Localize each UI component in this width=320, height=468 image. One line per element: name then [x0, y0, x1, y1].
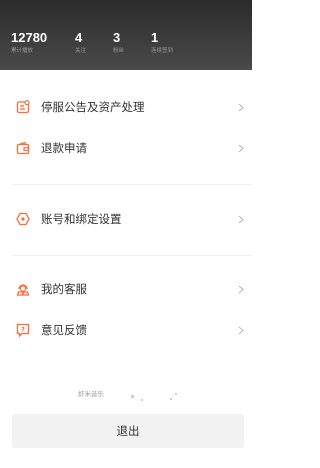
chevron-right-icon: [238, 285, 244, 293]
stat-total-plays[interactable]: 12780 累计播放: [11, 31, 47, 56]
stat-value: 12780: [11, 30, 48, 45]
watermark-dot: [131, 395, 134, 398]
stat-following[interactable]: 4 关注: [75, 31, 86, 56]
menu-item-label: 意见反馈: [41, 323, 87, 337]
stat-label: 累计播放: [11, 48, 34, 54]
stat-value: 3: [113, 30, 121, 45]
section-divider: [12, 184, 252, 185]
menu-item-label: 退款申请: [41, 141, 87, 155]
brand-watermark: 虾米音乐: [78, 390, 104, 398]
chevron-right-icon: [238, 103, 244, 111]
menu-item-account-settings[interactable]: 账号和绑定设置: [0, 199, 252, 239]
menu-item-customer-service[interactable]: 我的客服: [0, 269, 252, 309]
customer-service-icon: [16, 284, 30, 296]
stat-label: 粉丝: [113, 48, 125, 54]
stat-followers[interactable]: 3 粉丝: [113, 31, 124, 56]
menu-item-service-notice[interactable]: 停服公告及资产处理: [0, 87, 252, 127]
watermark-dot: [170, 398, 172, 400]
stat-label: 关注: [75, 48, 87, 54]
watermark-dot: [175, 393, 177, 395]
stat-value: 4: [75, 30, 83, 45]
profile-stats-header: 12780 累计播放 4 关注 3 粉丝 1 连续签到: [0, 0, 252, 70]
menu-item-label: 停服公告及资产处理: [41, 100, 145, 114]
menu-item-label: 账号和绑定设置: [41, 212, 122, 226]
stat-value: 1: [151, 30, 159, 45]
stat-checkin-streak[interactable]: 1 连续签到: [151, 31, 173, 56]
menu-item-label: 我的客服: [41, 282, 87, 296]
section-divider: [12, 255, 252, 256]
feedback-icon: ?: [16, 323, 30, 337]
menu-item-feedback[interactable]: ? 意见反馈: [0, 310, 252, 350]
stat-label: 连续签到: [151, 48, 174, 54]
chevron-right-icon: [238, 144, 244, 152]
chevron-right-icon: [238, 215, 244, 223]
chevron-right-icon: [238, 326, 244, 334]
watermark-dot: [141, 399, 143, 401]
logout-button[interactable]: 退出: [12, 414, 244, 448]
account-settings-icon: [16, 212, 30, 226]
svg-text:?: ?: [21, 326, 25, 334]
menu-item-refund[interactable]: 退款申请: [0, 128, 252, 168]
notice-icon: [16, 100, 30, 114]
wallet-icon: [16, 141, 30, 155]
